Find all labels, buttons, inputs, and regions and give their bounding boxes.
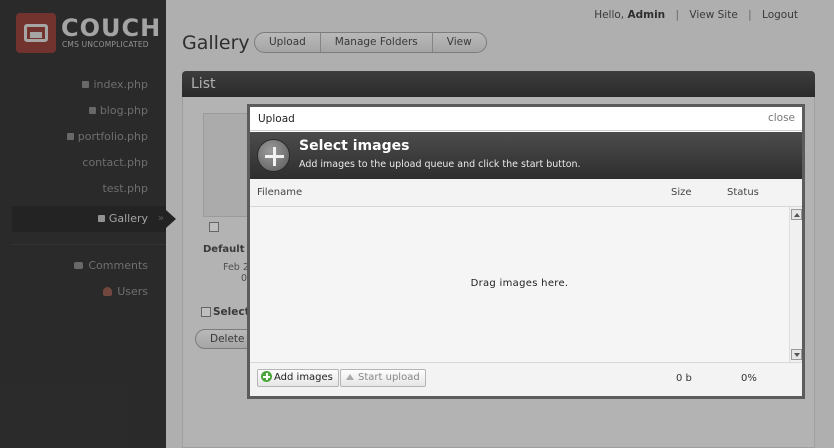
add-images-button[interactable]: Add images xyxy=(257,369,339,387)
column-size: Size xyxy=(671,187,692,198)
drop-hint: Drag images here. xyxy=(470,278,569,289)
queue-scrollbar[interactable] xyxy=(789,207,802,362)
dialog-footer: Add images Start upload 0 b 0% xyxy=(250,362,802,396)
queue-column-header: Filename Size Status xyxy=(250,179,802,207)
start-upload-button[interactable]: Start upload xyxy=(340,369,426,387)
select-images-header: Select images Add images to the upload q… xyxy=(250,132,802,179)
dialog-title: Upload xyxy=(258,113,295,125)
scroll-down-icon[interactable] xyxy=(791,349,802,360)
add-icon xyxy=(261,371,272,382)
total-size: 0 b xyxy=(676,373,692,384)
dialog-titlebar: Upload close xyxy=(250,107,802,131)
upload-arrow-icon xyxy=(346,374,354,380)
column-status: Status xyxy=(727,187,759,198)
column-filename: Filename xyxy=(257,187,303,198)
scroll-up-icon[interactable] xyxy=(791,209,802,220)
select-images-title: Select images xyxy=(299,138,410,154)
total-progress: 0% xyxy=(741,373,757,384)
select-images-subtitle: Add images to the upload queue and click… xyxy=(299,159,581,170)
upload-drop-zone[interactable]: Drag images here. xyxy=(250,207,789,362)
close-button[interactable]: close xyxy=(768,112,795,124)
plus-icon xyxy=(257,139,290,172)
upload-dialog: Upload close Select images Add images to… xyxy=(247,104,805,399)
